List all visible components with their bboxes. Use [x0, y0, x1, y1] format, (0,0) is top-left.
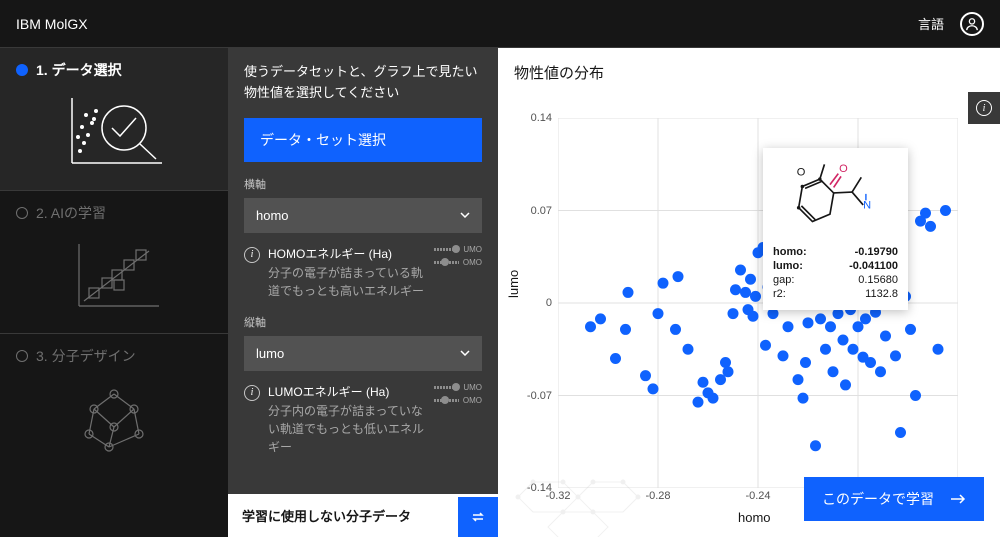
yaxis-label: 縦軸	[244, 314, 482, 330]
lumo-desc: 分子内の電子が詰まっていない軌道でもっとも低いエネルギー	[268, 402, 426, 456]
homo-slider[interactable]: UMO OMO	[434, 245, 482, 300]
lumo-title: LUMOエネルギー (Ha)	[268, 383, 426, 400]
chart-info-button[interactable]: i	[968, 92, 1000, 124]
lumo-slider[interactable]: UMO OMO	[434, 383, 482, 456]
step-dot-inactive-icon	[16, 350, 28, 362]
step1-illustration	[16, 88, 212, 178]
app-title: IBM MolGX	[16, 16, 88, 32]
homo-title: HOMOエネルギー (Ha)	[268, 245, 426, 262]
molecule-structure-icon: O O N	[771, 156, 900, 241]
config-instruction: 使うデータセットと、グラフ上で見たい物性値を選択してください	[244, 62, 482, 104]
yaxis-select[interactable]: lumo	[244, 336, 482, 371]
config-panel: 使うデータセットと、グラフ上で見たい物性値を選択してください データ・セット選択…	[228, 48, 498, 537]
step-label: 2. AIの学習	[36, 203, 106, 223]
user-avatar-icon[interactable]	[960, 12, 984, 36]
step-dot-active-icon	[16, 64, 28, 76]
step-dot-inactive-icon	[16, 207, 28, 219]
xaxis-value: homo	[256, 208, 289, 223]
datapoint-tooltip: O O N homo:-0.19790lumo:-0.041100gap:0.1…	[763, 148, 908, 310]
app-header: IBM MolGX 言語	[0, 0, 1000, 48]
hexagon-decoration	[498, 457, 678, 537]
info-icon: i	[244, 385, 260, 401]
step3-illustration	[16, 374, 212, 464]
train-button[interactable]: このデータで学習	[804, 477, 984, 521]
chart-panel: 物性値の分布 i 0.14 0.07 0 -0.07 -0.14 lumo -0…	[498, 48, 1000, 537]
exclude-data-bar[interactable]: 学習に使用しない分子データ	[228, 494, 498, 537]
steps-sidebar: 1. データ選択 2. AIの学習 3. 分子デザイン	[0, 48, 228, 537]
step-label: 1. データ選択	[36, 60, 122, 80]
x-axis-label: homo	[738, 510, 771, 525]
step-label: 3. 分子デザイン	[36, 346, 136, 366]
step-mol-design[interactable]: 3. 分子デザイン	[0, 333, 228, 476]
language-button[interactable]: 言語	[918, 14, 944, 33]
svg-text:N: N	[863, 200, 871, 212]
swap-icon[interactable]	[458, 497, 498, 537]
arrow-right-icon	[950, 493, 966, 505]
step-data-select[interactable]: 1. データ選択	[0, 48, 228, 190]
step-ai-train[interactable]: 2. AIの学習	[0, 190, 228, 333]
chart-title: 物性値の分布	[514, 62, 984, 83]
svg-text:O: O	[797, 166, 806, 178]
yaxis-value: lumo	[256, 346, 284, 361]
chevron-down-icon	[460, 212, 470, 218]
step2-illustration	[16, 231, 212, 321]
chevron-down-icon	[460, 350, 470, 356]
y-axis-ticks: 0.14 0.07 0 -0.07 -0.14	[516, 118, 556, 488]
xaxis-select[interactable]: homo	[244, 198, 482, 233]
y-axis-label: lumo	[506, 270, 521, 298]
dataset-select-button[interactable]: データ・セット選択	[244, 118, 482, 162]
homo-desc: 分子の電子が詰まっている軌道でもっとも高いエネルギー	[268, 264, 426, 300]
svg-text:O: O	[839, 163, 848, 175]
xaxis-label: 横軸	[244, 176, 482, 192]
info-icon: i	[244, 247, 260, 263]
